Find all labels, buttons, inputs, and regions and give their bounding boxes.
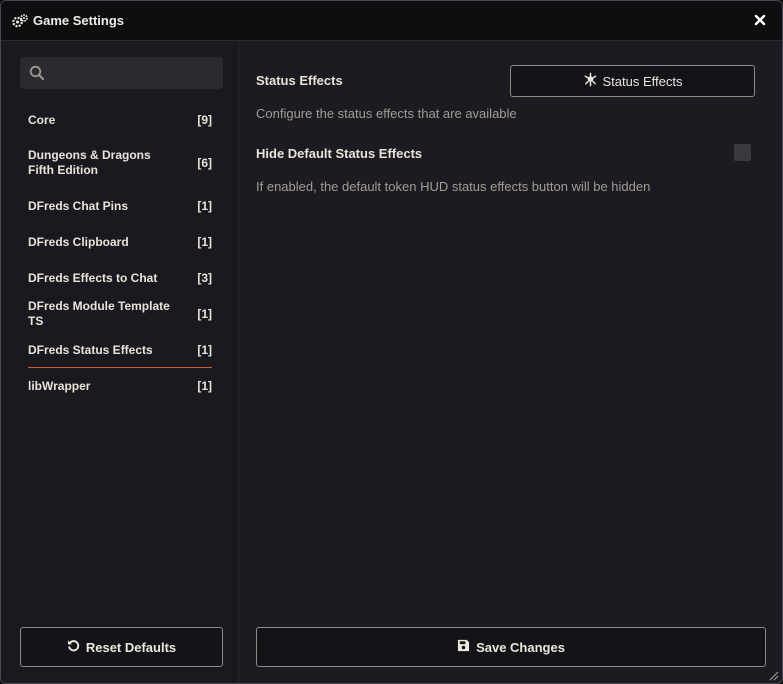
category-sidebar: Core [9] Dungeons & Dragons Fifth Editio… (1, 41, 239, 683)
status-effects-button-label: Status Effects (602, 73, 683, 89)
hide-default-checkbox[interactable] (734, 144, 751, 161)
settings-window: Game Settings Core [9] Dungeons & Dragon… (0, 0, 783, 684)
sidebar-item-core[interactable]: Core [9] (28, 102, 212, 138)
category-count: [1] (197, 199, 212, 213)
category-name: DFreds Clipboard (28, 234, 129, 249)
category-count: [9] (197, 113, 212, 127)
title-bar[interactable]: Game Settings (1, 1, 782, 41)
sidebar-item-dfreds-chat-pins[interactable]: DFreds Chat Pins [1] (28, 188, 212, 224)
status-effects-hint: Configure the status effects that are av… (256, 106, 517, 121)
window-title: Game Settings (33, 13, 125, 28)
category-count: [1] (197, 379, 212, 393)
reset-defaults-button[interactable]: Reset Defaults (20, 627, 223, 667)
undo-icon (67, 639, 80, 655)
sidebar-item-dfreds-module-template[interactable]: DFreds Module Template TS [1] (28, 296, 212, 332)
search-icon (29, 65, 45, 81)
category-name: DFreds Module Template TS (28, 299, 170, 328)
save-changes-label: Save Changes (476, 639, 565, 655)
biohazard-icon (583, 72, 598, 90)
save-changes-button[interactable]: Save Changes (256, 627, 766, 667)
category-count: [1] (197, 235, 212, 249)
sidebar-item-dfreds-clipboard[interactable]: DFreds Clipboard [1] (28, 224, 212, 260)
hide-default-hint: If enabled, the default token HUD status… (256, 179, 651, 194)
category-count: [3] (197, 271, 212, 285)
settings-panel: Status Effects Status Effects Configure … (239, 41, 782, 683)
save-icon (457, 639, 470, 655)
close-icon[interactable] (752, 12, 768, 28)
search-box[interactable] (20, 57, 223, 89)
category-count: [6] (197, 156, 212, 170)
status-effects-label: Status Effects (256, 73, 343, 88)
category-name: Core (28, 112, 56, 127)
category-name: DFreds Chat Pins (28, 198, 129, 213)
category-name: libWrapper (28, 378, 91, 393)
sidebar-item-dnd5e[interactable]: Dungeons & Dragons Fifth Edition [6] (28, 138, 212, 188)
sidebar-item-dfreds-effects-to-chat[interactable]: DFreds Effects to Chat [3] (28, 260, 212, 296)
category-name: Dungeons & Dragons Fifth Edition (28, 148, 151, 177)
gears-icon (11, 13, 29, 29)
sidebar-item-libwrapper[interactable]: libWrapper [1] (28, 368, 212, 404)
category-count: [1] (197, 307, 212, 321)
search-input[interactable] (52, 57, 217, 89)
category-name: DFreds Effects to Chat (28, 270, 158, 285)
category-name: DFreds Status Effects (28, 342, 153, 357)
hide-default-label: Hide Default Status Effects (256, 146, 423, 161)
category-list: Core [9] Dungeons & Dragons Fifth Editio… (28, 102, 212, 404)
category-count: [1] (197, 343, 212, 357)
resize-handle-icon[interactable] (767, 668, 779, 681)
reset-defaults-label: Reset Defaults (85, 639, 177, 655)
status-effects-button[interactable]: Status Effects (510, 65, 755, 97)
sidebar-item-dfreds-status-effects[interactable]: DFreds Status Effects [1] (28, 332, 212, 368)
